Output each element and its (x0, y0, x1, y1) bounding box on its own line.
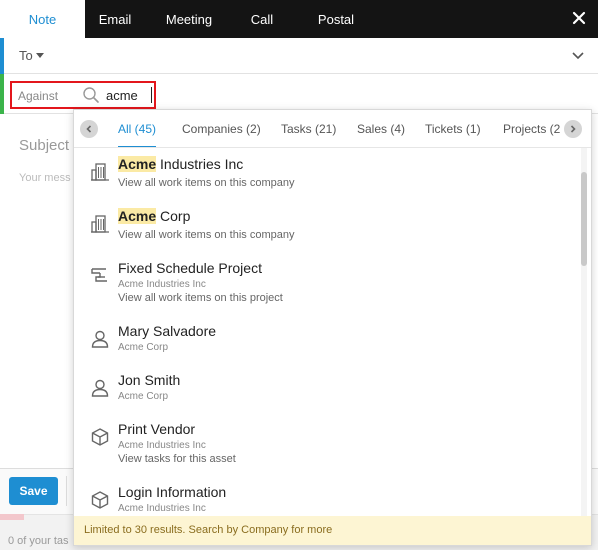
to-row[interactable]: To (0, 38, 598, 74)
save-button[interactable]: Save (9, 477, 58, 505)
against-search-field[interactable]: Against acme (10, 81, 156, 109)
result-title: Login Information (118, 484, 227, 500)
result-item[interactable]: Fixed Schedule Project Acme Industries I… (74, 258, 584, 310)
status-marker (0, 514, 24, 520)
text-cursor (151, 87, 152, 103)
result-company: Acme Industries Inc (118, 503, 206, 514)
filter-tab-all[interactable]: All (45) (118, 110, 157, 147)
result-item[interactable]: Acme Corp View all work items on this co… (74, 206, 584, 250)
result-item[interactable]: Acme Industries Inc View all work items … (74, 154, 584, 198)
result-title: Acme Corp (118, 208, 190, 224)
filter-tab-tasks[interactable]: Tasks (21) (281, 110, 336, 147)
result-company: Acme Industries Inc (118, 279, 206, 290)
asset-icon (91, 491, 109, 509)
tab-meeting[interactable]: Meeting (162, 0, 216, 38)
person-icon (91, 330, 109, 348)
result-match-highlight: Acme (118, 156, 157, 172)
result-filter-tabs: All (45) Companies (2) Tasks (21) Sales … (74, 110, 591, 148)
to-label: To (19, 48, 33, 63)
search-results-dropdown: All (45) Companies (2) Tasks (21) Sales … (73, 109, 592, 546)
tab-note[interactable]: Note (0, 0, 85, 38)
search-icon (83, 87, 99, 103)
result-title-rest: Corp (156, 208, 191, 224)
message-placeholder[interactable]: Your mess (19, 172, 71, 184)
company-icon (91, 163, 109, 181)
project-icon (91, 268, 107, 282)
to-accent-bar (0, 38, 4, 74)
against-search-input[interactable]: acme (106, 88, 138, 103)
result-description: View all work items on this company (118, 177, 295, 189)
scrollbar-thumb[interactable] (581, 172, 587, 266)
action-bar-divider (66, 476, 67, 506)
result-title-rest: Industries Inc (156, 156, 244, 172)
result-item[interactable]: Jon Smith Acme Corp (74, 370, 584, 410)
close-icon[interactable] (570, 9, 588, 27)
result-title: Acme Industries Inc (118, 156, 243, 172)
filter-scroll-left-button[interactable] (80, 120, 98, 138)
task-count-text: 0 of your tas (8, 535, 69, 547)
filter-tab-sales[interactable]: Sales (4) (357, 110, 405, 147)
person-icon (91, 379, 109, 397)
against-label: Against (18, 89, 59, 103)
results-limit-notice: Limited to 30 results. Search by Company… (74, 516, 591, 545)
result-item[interactable]: Print Vendor Acme Industries Inc View ta… (74, 419, 584, 471)
search-results-list: Acme Industries Inc View all work items … (74, 148, 584, 516)
tab-call[interactable]: Call (245, 0, 279, 38)
asset-icon (91, 428, 109, 446)
results-limit-message: Limited to 30 results. Search by Company… (84, 524, 333, 536)
filter-tab-tickets[interactable]: Tickets (1) (425, 110, 481, 147)
result-item[interactable]: Login Information Acme Industries Inc (74, 482, 584, 516)
result-company: Acme Corp (118, 342, 169, 353)
result-title: Fixed Schedule Project (118, 260, 262, 276)
chevron-left-icon (86, 125, 92, 133)
tab-postal[interactable]: Postal (314, 0, 358, 38)
filter-tab-companies[interactable]: Companies (2) (182, 110, 261, 147)
result-match-highlight: Acme (118, 208, 157, 224)
result-title: Jon Smith (118, 372, 181, 388)
filter-scroll-right-button[interactable] (564, 120, 582, 138)
result-description: View all work items on this project (118, 292, 283, 304)
caret-down-icon[interactable] (36, 53, 44, 58)
result-description: View tasks for this asset (118, 453, 236, 465)
result-company: Acme Corp (118, 391, 169, 402)
filter-tab-projects[interactable]: Projects (2 (503, 110, 563, 147)
result-item[interactable]: Mary Salvadore Acme Corp (74, 321, 584, 361)
activity-type-tabbar: Note Email Meeting Call Postal (0, 0, 598, 38)
chevron-down-icon[interactable] (572, 50, 584, 60)
result-company: Acme Industries Inc (118, 440, 206, 451)
against-accent-bar (0, 74, 4, 114)
company-icon (91, 215, 109, 233)
chevron-right-icon (570, 125, 576, 133)
against-row: Against acme (0, 74, 598, 114)
result-description: View all work items on this company (118, 229, 295, 241)
subject-placeholder[interactable]: Subject (19, 137, 69, 154)
results-scrollbar[interactable] (581, 148, 587, 516)
result-title: Print Vendor (118, 421, 196, 437)
result-title: Mary Salvadore (118, 323, 217, 339)
tab-email[interactable]: Email (91, 0, 139, 38)
